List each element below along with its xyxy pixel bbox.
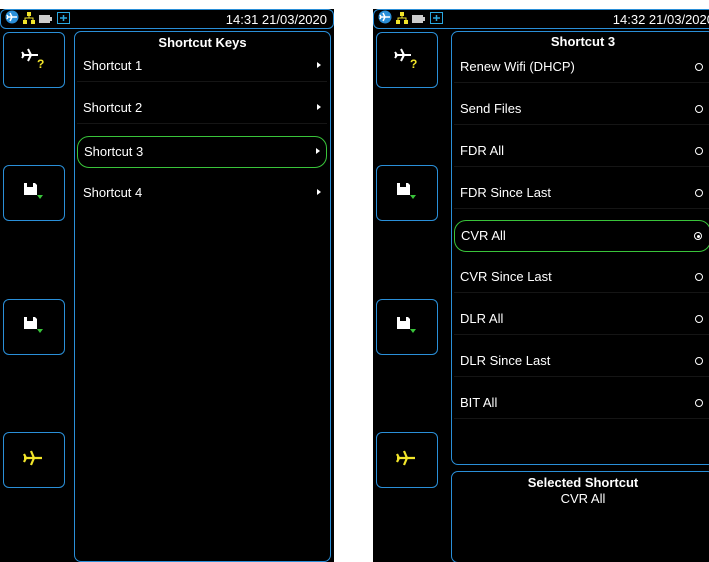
radio-icon bbox=[695, 399, 703, 407]
list-item-renew-wifi[interactable]: Renew Wifi (DHCP) bbox=[454, 52, 709, 83]
shortcut-keys-screen: 14:31 21/03/2020 ? Shortcut Keys Shortcu… bbox=[0, 9, 334, 562]
download-button-1[interactable] bbox=[3, 165, 65, 221]
list-item-label: CVR Since Last bbox=[460, 269, 552, 284]
battery-icon bbox=[412, 11, 426, 29]
list-item-label: FDR All bbox=[460, 143, 505, 158]
list-item-cvr-all[interactable]: CVR All bbox=[454, 220, 709, 252]
selected-shortcut-panel: Selected Shortcut CVR All bbox=[451, 471, 709, 562]
chevron-right-icon bbox=[317, 62, 321, 68]
list-item-dlr-all[interactable]: DLR All bbox=[454, 304, 709, 335]
list-item-label: Shortcut 1 bbox=[83, 58, 143, 73]
shortcut-keys-panel: Shortcut Keys Shortcut 1 Shortcut 2 Shor… bbox=[74, 31, 331, 562]
download-button-1[interactable] bbox=[376, 165, 438, 221]
airplane-button[interactable] bbox=[376, 432, 438, 488]
radio-icon bbox=[695, 273, 703, 281]
shortcut-3-screen: 14:32 21/03/2020 ? Shortcut 3 Renew Wifi… bbox=[373, 9, 709, 562]
status-bar: 14:32 21/03/2020 bbox=[373, 9, 709, 29]
card-icon bbox=[57, 11, 70, 29]
list-item-shortcut-1[interactable]: Shortcut 1 bbox=[77, 51, 327, 82]
airplane-icon bbox=[395, 448, 419, 473]
chevron-right-icon bbox=[317, 104, 321, 110]
radio-icon bbox=[695, 147, 703, 155]
selected-shortcut-title: Selected Shortcut bbox=[527, 475, 639, 490]
list-item-send-files[interactable]: Send Files bbox=[454, 94, 709, 125]
download-button-2[interactable] bbox=[376, 299, 438, 355]
list-item-dlr-since-last[interactable]: DLR Since Last bbox=[454, 346, 709, 377]
svg-text:?: ? bbox=[37, 57, 44, 69]
airplane-button[interactable] bbox=[3, 432, 65, 488]
airplane-help-button[interactable]: ? bbox=[3, 32, 65, 88]
network-icon bbox=[396, 11, 408, 29]
network-icon bbox=[23, 11, 35, 29]
radio-icon bbox=[695, 315, 703, 323]
list-item-label: Send Files bbox=[460, 101, 522, 116]
list-item-label: BIT All bbox=[460, 395, 498, 410]
list-item-label: Renew Wifi (DHCP) bbox=[460, 59, 575, 74]
airplane-help-icon: ? bbox=[20, 47, 48, 74]
floppy-download-icon bbox=[396, 181, 418, 206]
list-item-cvr-since-last[interactable]: CVR Since Last bbox=[454, 262, 709, 293]
airplane-help-icon: ? bbox=[393, 47, 421, 74]
list-item-label: Shortcut 3 bbox=[84, 144, 144, 159]
floppy-download-icon bbox=[23, 315, 45, 340]
radio-icon bbox=[695, 105, 703, 113]
radio-icon bbox=[695, 189, 703, 197]
airplane-icon bbox=[22, 448, 46, 473]
list-item-label: DLR All bbox=[460, 311, 504, 326]
radio-selected-icon bbox=[694, 232, 702, 240]
status-time: 14:31 21/03/2020 bbox=[225, 12, 327, 27]
chevron-right-icon bbox=[316, 148, 320, 154]
battery-icon bbox=[39, 11, 53, 29]
radio-icon bbox=[695, 63, 703, 71]
airplane-icon bbox=[378, 10, 392, 29]
status-icons bbox=[5, 10, 70, 29]
airplane-help-button[interactable]: ? bbox=[376, 32, 438, 88]
floppy-download-icon bbox=[396, 315, 418, 340]
list-item-shortcut-4[interactable]: Shortcut 4 bbox=[77, 178, 327, 208]
list-item-shortcut-3[interactable]: Shortcut 3 bbox=[77, 136, 327, 168]
panel-title: Shortcut Keys bbox=[158, 35, 247, 50]
list-item-shortcut-2[interactable]: Shortcut 2 bbox=[77, 93, 327, 124]
panel-title: Shortcut 3 bbox=[550, 34, 616, 49]
list-item-fdr-all[interactable]: FDR All bbox=[454, 136, 709, 167]
floppy-download-icon bbox=[23, 181, 45, 206]
list-item-label: Shortcut 4 bbox=[83, 185, 143, 200]
list-item-bit-all[interactable]: BIT All bbox=[454, 388, 709, 419]
status-icons bbox=[378, 10, 443, 29]
chevron-right-icon bbox=[317, 189, 321, 195]
list-item-fdr-since-last[interactable]: FDR Since Last bbox=[454, 178, 709, 209]
card-icon bbox=[430, 11, 443, 29]
airplane-icon bbox=[5, 10, 19, 29]
download-button-2[interactable] bbox=[3, 299, 65, 355]
list-item-label: CVR All bbox=[461, 228, 506, 243]
list-item-label: FDR Since Last bbox=[460, 185, 552, 200]
shortcut-3-panel: Shortcut 3 Renew Wifi (DHCP) Send Files … bbox=[451, 31, 709, 465]
selected-shortcut-value: CVR All bbox=[560, 491, 606, 506]
radio-icon bbox=[695, 357, 703, 365]
status-bar: 14:31 21/03/2020 bbox=[0, 9, 334, 29]
list-item-label: DLR Since Last bbox=[460, 353, 551, 368]
svg-text:?: ? bbox=[410, 57, 417, 69]
status-time: 14:32 21/03/2020 bbox=[612, 12, 709, 27]
list-item-label: Shortcut 2 bbox=[83, 100, 143, 115]
